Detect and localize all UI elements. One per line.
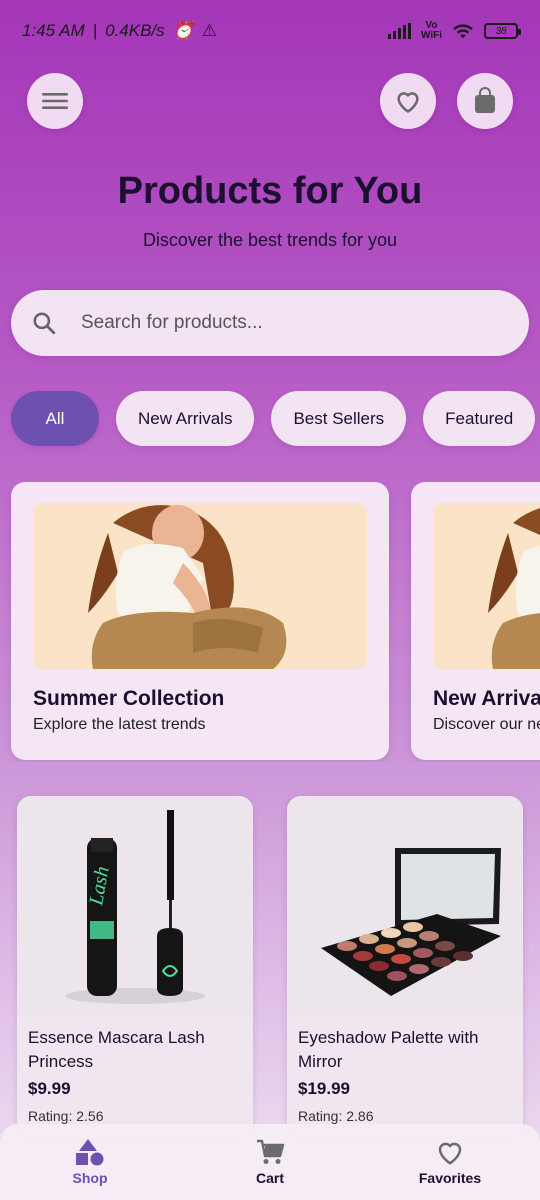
page-subtitle: Discover the best trends for you: [142, 230, 398, 250]
promo-subtitle: Explore the latest trends: [33, 716, 206, 733]
woman-illustration: [433, 503, 540, 669]
chip-new-arrivals[interactable]: New Arrivals: [116, 391, 255, 446]
nav-shop[interactable]: Shop: [20, 1138, 160, 1186]
nav-favorites[interactable]: Favorites: [380, 1138, 520, 1186]
category-chips: All New Arrivals Best Sellers Featured: [11, 391, 536, 446]
nav-label: Shop: [72, 1170, 108, 1186]
product-price: $19.99: [298, 1079, 350, 1098]
status-left: 1:45 AM | 0.4KB/s ⏰ ⚠: [22, 21, 217, 41]
vowifi-indicator: Vo WiFi: [421, 21, 442, 41]
heart-outline-icon: [397, 92, 419, 113]
status-bar: 1:45 AM | 0.4KB/s ⏰ ⚠ Vo WiFi 38: [0, 0, 540, 62]
menu-button[interactable]: [27, 73, 83, 129]
product-name: Essence Mascara Lash Princess: [28, 1028, 205, 1071]
shopping-bag-icon: [475, 87, 495, 113]
promo-title: Summer Collection: [33, 687, 225, 710]
status-time: 1:45 AM: [22, 21, 85, 40]
search-icon: [33, 312, 56, 335]
product-rating: Rating: 2.86: [298, 1108, 374, 1124]
alert-icon: ⚠: [201, 21, 217, 40]
promo-subtitle: Discover our new collection: [433, 716, 540, 733]
promo-image: [433, 503, 540, 669]
promo-title: New Arrivals: [433, 687, 540, 710]
nav-label: Cart: [255, 1170, 284, 1186]
status-divider: |: [92, 21, 98, 40]
promo-carousel[interactable]: Summer Collection Explore the latest tre…: [0, 482, 540, 762]
bottom-navigation: Shop Cart Favorites: [0, 1124, 540, 1200]
chip-featured[interactable]: Featured: [423, 391, 536, 446]
signal-icon: [387, 23, 411, 39]
menu-icon: [42, 93, 68, 109]
status-speed: 0.4KB/s: [105, 21, 165, 40]
nav-label: Favorites: [418, 1170, 482, 1186]
search-bar[interactable]: [11, 290, 529, 356]
product-card[interactable]: Lash Essence Mascara Lash Princess $9.99…: [17, 796, 253, 1136]
shopping-bag-button[interactable]: [457, 73, 513, 129]
nav-cart[interactable]: Cart: [200, 1138, 340, 1186]
page-title: Products for You: [117, 170, 423, 212]
eyeshadow-palette-image: [287, 796, 523, 1016]
favorites-button[interactable]: [380, 73, 436, 129]
heart-icon: [438, 1142, 462, 1165]
product-name: Eyeshadow Palette with Mirror: [298, 1028, 479, 1071]
search-input[interactable]: [81, 312, 481, 334]
battery-level: 38: [495, 25, 507, 37]
product-price: $9.99: [28, 1079, 71, 1098]
cart-icon: [257, 1139, 285, 1164]
product-card[interactable]: Eyeshadow Palette with Mirror $19.99 Rat…: [287, 796, 523, 1136]
alarm-icon: ⏰: [172, 21, 194, 40]
product-rating: Rating: 2.56: [28, 1108, 104, 1124]
wifi-icon: [453, 24, 473, 39]
promo-image: [33, 503, 367, 669]
promo-card[interactable]: Summer Collection Explore the latest tre…: [11, 482, 389, 760]
shapes-icon: [76, 1139, 104, 1166]
status-right: Vo WiFi 38: [387, 21, 521, 41]
mascara-image: Lash: [17, 796, 253, 1016]
vowifi-bottom: WiFi: [420, 30, 442, 41]
chip-best-sellers[interactable]: Best Sellers: [271, 391, 407, 446]
woman-illustration: [33, 503, 367, 669]
battery-icon: 38: [484, 23, 521, 39]
promo-card[interactable]: New Arrivals Discover our new collection: [411, 482, 540, 760]
chip-all[interactable]: All: [11, 391, 99, 446]
